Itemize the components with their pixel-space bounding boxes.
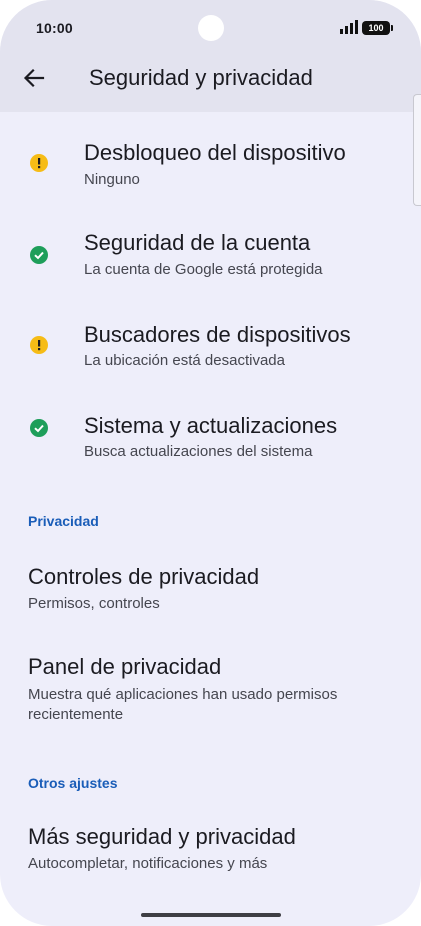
check-icon	[30, 246, 48, 264]
list-item-privacy-controls[interactable]: Controles de privacidad Permisos, contro…	[0, 552, 421, 622]
item-title: Más seguridad y privacidad	[28, 824, 296, 849]
section-header-privacy: Privacidad	[28, 513, 99, 529]
item-subtitle: Ninguno	[84, 171, 140, 188]
list-item-account-security[interactable]: Seguridad de la cuenta La cuenta de Goog…	[0, 216, 421, 300]
item-title: Panel de privacidad	[28, 654, 222, 679]
phone-screen: 10:00 100 Seguridad y privacidad Desbloq…	[0, 0, 421, 926]
item-subtitle: Permisos, controles	[28, 595, 160, 612]
page-title: Seguridad y privacidad	[89, 65, 313, 90]
list-item-device-unlock[interactable]: Desbloqueo del dispositivo Ninguno	[0, 124, 421, 208]
item-subtitle: La cuenta de Google está protegida	[84, 261, 323, 278]
list-item-system-updates[interactable]: Sistema y actualizaciones Busca actualiz…	[0, 400, 421, 484]
item-subtitle: Muestra qué aplicaciones han usado permi…	[28, 686, 338, 723]
arrow-back-icon	[23, 68, 45, 88]
status-time: 10:00	[36, 20, 73, 36]
item-subtitle: Busca actualizaciones del sistema	[84, 443, 313, 460]
list-item-device-finders[interactable]: Buscadores de dispositivos La ubicación …	[0, 308, 421, 392]
back-button[interactable]	[18, 62, 50, 94]
item-title: Buscadores de dispositivos	[84, 322, 351, 347]
item-title: Sistema y actualizaciones	[84, 413, 338, 438]
warning-icon	[30, 154, 48, 172]
item-subtitle: Autocompletar, notificaciones y más	[28, 855, 268, 872]
item-title: Seguridad de la cuenta	[84, 230, 311, 255]
list-item-privacy-dashboard[interactable]: Panel de privacidad Muestra qué aplicaci…	[0, 640, 421, 732]
item-subtitle: La ubicación está desactivada	[84, 352, 285, 369]
app-header: 10:00 100 Seguridad y privacidad	[0, 0, 421, 112]
camera-cutout	[198, 15, 224, 41]
item-title: Desbloqueo del dispositivo	[84, 140, 346, 165]
section-header-other-settings: Otros ajustes	[28, 775, 118, 791]
signal-icon	[340, 20, 358, 34]
battery-icon: 100	[362, 21, 393, 35]
home-indicator[interactable]	[141, 913, 281, 917]
list-item-more-security[interactable]: Más seguridad y privacidad Autocompletar…	[0, 812, 421, 882]
check-icon	[30, 419, 48, 437]
item-title: Controles de privacidad	[28, 564, 260, 589]
warning-icon	[30, 336, 48, 354]
